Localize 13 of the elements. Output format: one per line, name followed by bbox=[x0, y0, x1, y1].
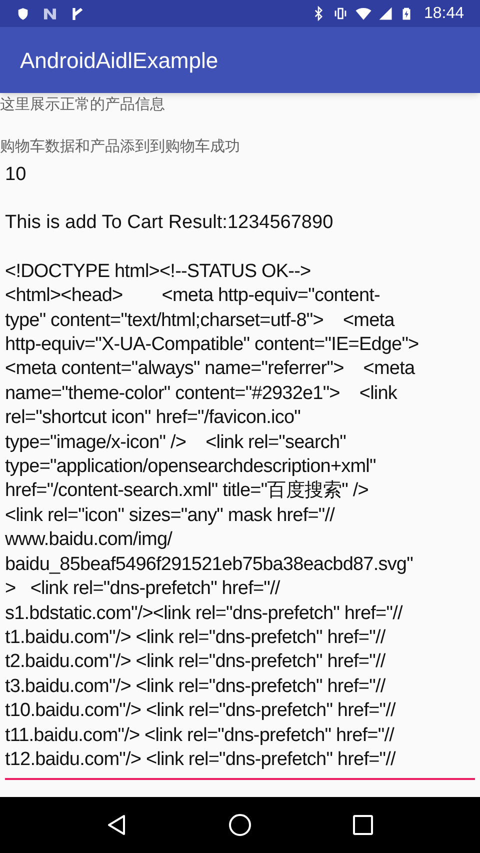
home-icon bbox=[228, 813, 252, 837]
result-text: This is add To Cart Result:1234567890 bbox=[5, 211, 334, 236]
signal-icon bbox=[378, 6, 393, 21]
n-logo-icon bbox=[42, 6, 58, 22]
info-text: 这里展示正常的产品信息 bbox=[0, 95, 166, 115]
info-text: 购物车数据和产品添到到购物车成功 bbox=[0, 137, 241, 157]
response-text-field[interactable]: <!DOCTYPE html><!--STATUS OK--> <html><head> <meta http-equiv="content- type" content="text/html;charset=utf-8"> <meta http-equiv="X-UA-Compatible" content="IE=Edge"> <meta content="always" name="referrer"> <meta name="theme-color" content="#2932e1"> <link rel="shortcut icon" href="/favicon.ico" type="image/x-icon" /> <link rel="search" type="application/opensearchdescription+xml" href="/content-search.xml" title="百度搜索" /> <link rel="icon" sizes="any" mask href="// www.baidu.com/img/ baidu_85beaf5496f291521eb75ba38eacbd87.svg" > <link rel="dns-prefetch" href="// s1.bdstatic.com"/><link rel="dns-prefetch" href="// t1.baidu.com"/> <link rel="dns-prefetch" href="// t2.baidu.com"/> <link rel="dns-prefetch" href="// t3.baidu.com"/> <link rel="dns-prefetch" href="// t10.baidu.com"/> <link rel="dns-prefetch" href="// t11.baidu.com"/> <link rel="dns-prefetch" href="// t12.baidu.com"/> <link rel="dns-prefetch" href="// bbox=[5, 260, 475, 780]
count-text: 10 bbox=[5, 163, 28, 187]
recents-icon bbox=[350, 813, 375, 837]
clock-time: 18:44 bbox=[424, 4, 464, 24]
shield-icon bbox=[16, 6, 30, 20]
app-title: AndroidAidlExample bbox=[20, 46, 218, 75]
wifi-icon bbox=[354, 5, 372, 22]
